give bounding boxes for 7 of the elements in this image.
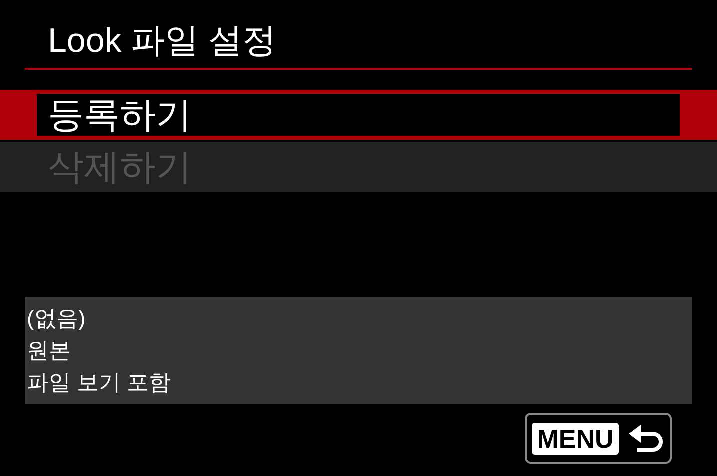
menu-item[interactable]: 등록하기 [0, 90, 717, 140]
info-line: (없음) [27, 304, 87, 332]
screen-title: Look 파일 설정 [48, 22, 277, 60]
info-line: 파일 보기 포함 [27, 368, 172, 396]
menu-back-button[interactable]: MENU [525, 413, 672, 464]
return-arrow-icon [626, 424, 665, 454]
info-line: 원본 [27, 336, 72, 364]
